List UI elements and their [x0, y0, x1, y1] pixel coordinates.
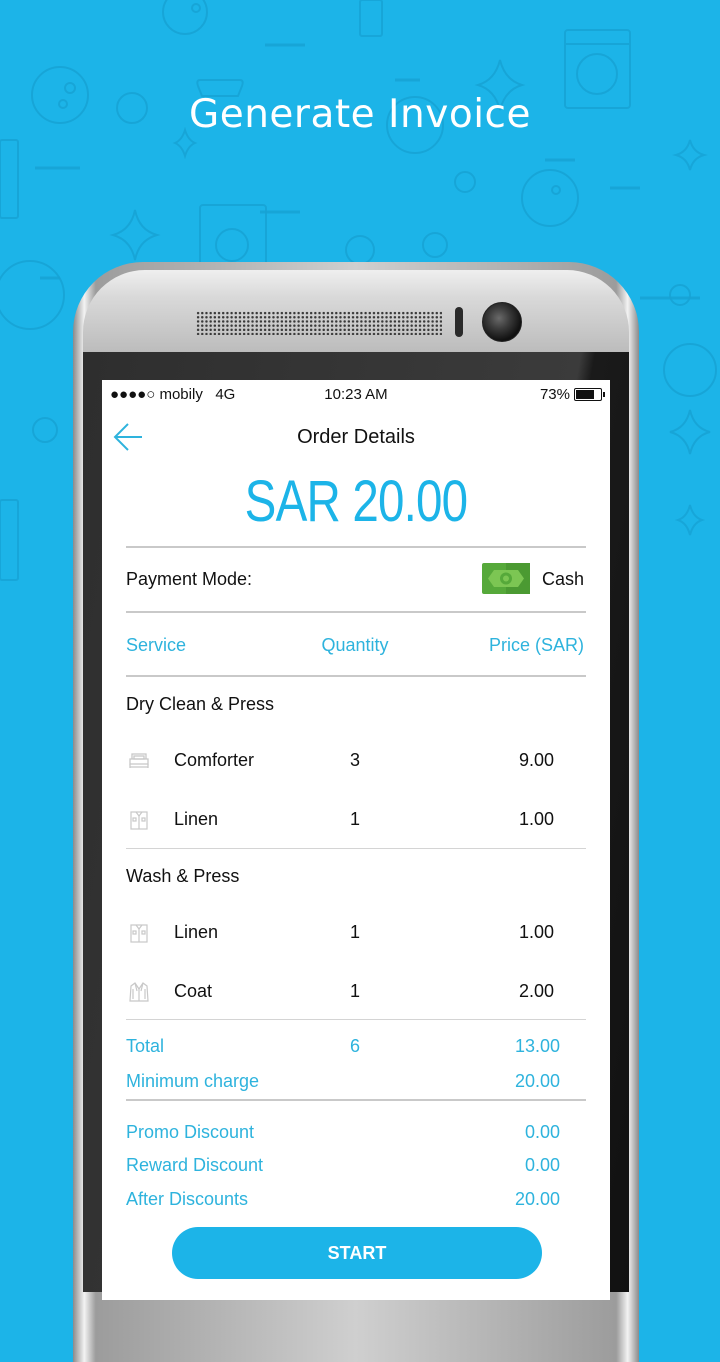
bed-icon — [129, 753, 149, 768]
total-price: 13.00 — [514, 1036, 560, 1056]
coat-icon — [129, 982, 149, 1002]
after-discounts-label: After Discounts — [126, 1189, 249, 1209]
promo-discount-label: Promo Discount — [126, 1122, 255, 1142]
status-battery: 73% — [539, 386, 605, 403]
item-name: Linen — [174, 809, 219, 829]
header-price: Price (SAR) — [488, 635, 584, 655]
promo-discount-value: 0.00 — [524, 1122, 560, 1142]
payment-method: Cash — [541, 569, 584, 589]
divider — [126, 848, 586, 849]
divider — [126, 611, 586, 613]
reward-discount-label: Reward Discount — [126, 1155, 264, 1175]
reward-discount-value: 0.00 — [524, 1155, 560, 1175]
item-quantity: 1 — [349, 809, 360, 829]
phone-speaker-grille — [196, 311, 442, 335]
item-price: 2.00 — [518, 981, 554, 1001]
total-quantity: 6 — [349, 1036, 360, 1056]
page-title: Order Details — [297, 426, 415, 448]
divider — [126, 1019, 586, 1020]
header-service: Service — [126, 635, 187, 655]
promo-title: Generate Invoice — [189, 92, 531, 137]
order-amount: SAR 20.00 — [244, 469, 468, 534]
item-quantity: 1 — [349, 981, 360, 1001]
item-quantity: 3 — [349, 750, 360, 770]
phone-sensor — [455, 307, 463, 337]
minimum-charge-price: 20.00 — [514, 1071, 560, 1091]
item-name: Linen — [174, 922, 219, 942]
item-quantity: 1 — [349, 922, 360, 942]
item-price: 9.00 — [518, 750, 554, 770]
item-price: 1.00 — [518, 922, 554, 942]
service-group-title: Dry Clean & Press — [126, 694, 275, 714]
battery-fill — [576, 390, 594, 399]
payment-mode-label: Payment Mode: — [126, 569, 253, 589]
divider — [126, 675, 586, 677]
divider — [126, 1099, 586, 1101]
phone-front-camera — [482, 302, 522, 342]
status-time: 10:23 AM — [324, 386, 388, 403]
item-price: 1.00 — [518, 809, 554, 829]
battery-icon — [574, 388, 605, 401]
shirt-icon — [130, 924, 148, 943]
shirt-icon — [130, 811, 148, 830]
header-quantity: Quantity — [321, 635, 389, 655]
item-name: Comforter — [174, 750, 255, 770]
after-discounts-value: 20.00 — [514, 1189, 560, 1209]
battery-percent: 73% — [539, 386, 570, 403]
app-screen: ●●●●○ mobily 4G 10:23 AM 73% Order Detai… — [102, 380, 610, 1300]
cash-icon — [482, 563, 530, 594]
divider — [126, 546, 586, 548]
start-button[interactable]: START — [172, 1227, 542, 1279]
total-label: Total — [126, 1036, 165, 1056]
service-group-title: Wash & Press — [126, 866, 240, 886]
status-bar: ●●●●○ mobily 4G 10:23 AM 73% — [102, 380, 610, 408]
item-name: Coat — [174, 981, 213, 1001]
minimum-charge-label: Minimum charge — [126, 1071, 260, 1091]
